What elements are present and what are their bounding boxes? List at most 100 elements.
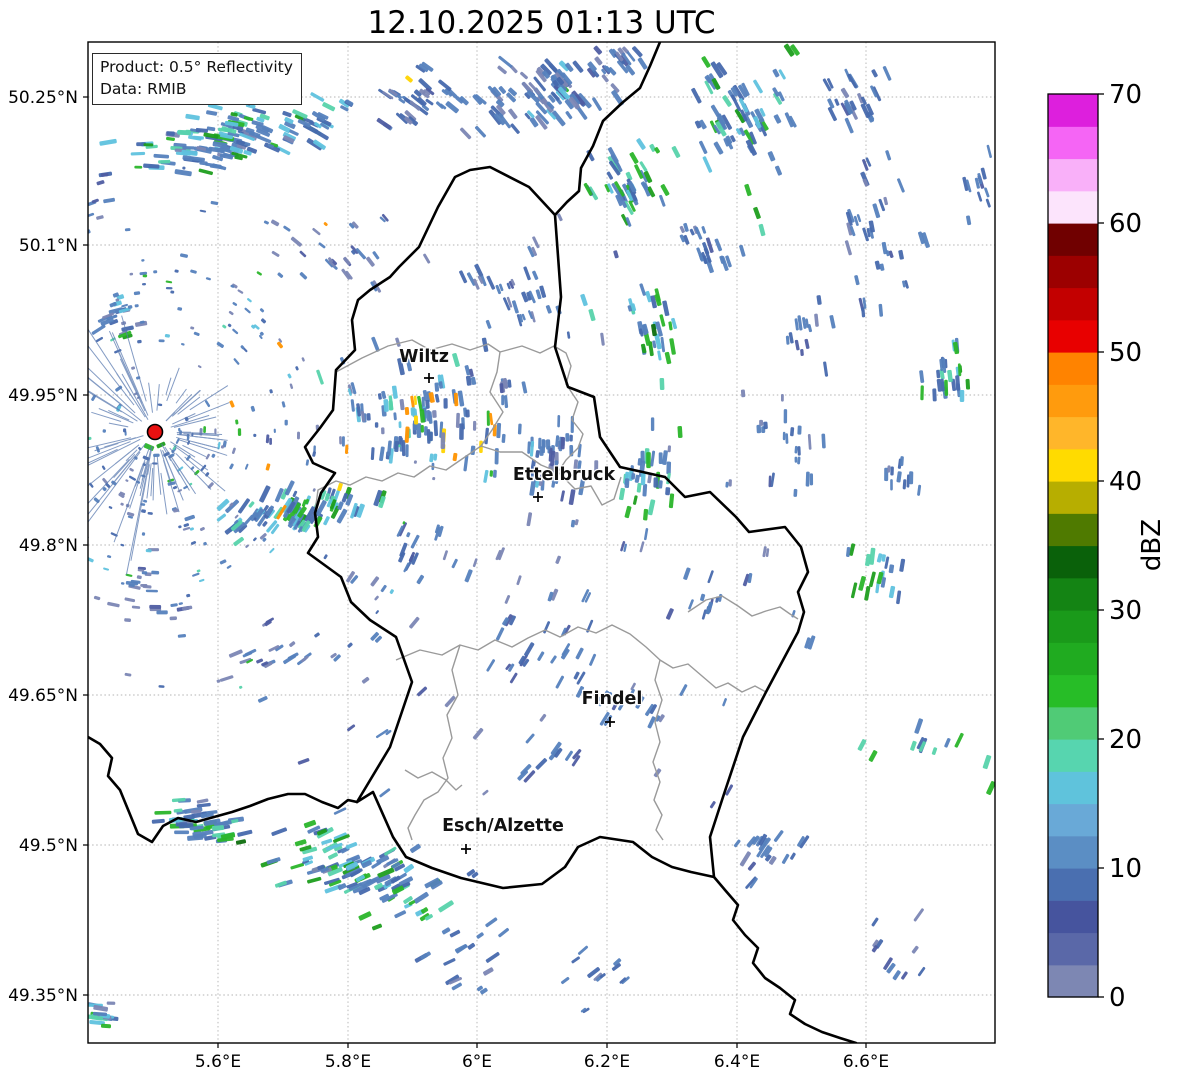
echo-cell: [100, 1023, 112, 1029]
echo-cell: [102, 429, 107, 433]
echo-cell: [413, 415, 419, 425]
colorbar-tick-label: 0: [1109, 983, 1126, 1013]
echo-cell: [667, 445, 672, 453]
echo-cell: [560, 436, 566, 450]
echo-cell: [659, 377, 665, 391]
colorbar-segment: [1048, 739, 1098, 772]
echo-cell: [425, 399, 430, 409]
echo-cell: [174, 830, 190, 835]
city-label: Ettelbruck: [513, 465, 616, 485]
colorbar-tick-label: 10: [1109, 854, 1142, 884]
echo-cell: [486, 410, 490, 426]
echo-cell: [740, 389, 746, 398]
echo-cell: [158, 339, 165, 343]
echo-cell: [426, 429, 431, 444]
colorbar-segment: [1048, 223, 1098, 256]
echo-cell: [388, 400, 394, 411]
echo-cell: [152, 462, 158, 465]
echo-cell: [797, 425, 802, 435]
echo-cell: [455, 412, 460, 428]
colorbar-tick-label: 70: [1109, 80, 1142, 110]
echo-cell: [145, 589, 158, 593]
echo-cell: [624, 478, 630, 488]
echo-cell: [130, 151, 146, 156]
echo-cell: [763, 421, 768, 430]
data-source-line: Data: RMIB: [100, 80, 187, 99]
echo-cell: [344, 444, 349, 455]
echo-cell: [665, 487, 671, 496]
colorbar-tick-label: 30: [1109, 596, 1142, 626]
echo-cell: [677, 425, 683, 439]
echo-cell: [725, 481, 729, 488]
echo-cell: [405, 444, 409, 458]
echo-cell: [269, 437, 272, 445]
colorbar-segment: [1048, 674, 1098, 708]
colorbar-segment: [1048, 900, 1098, 934]
echo-cell: [145, 549, 152, 553]
echo-cell: [899, 456, 904, 467]
colorbar-segment: [1048, 190, 1098, 224]
echo-cell: [658, 480, 663, 489]
echo-cell: [177, 129, 191, 136]
colorbar-segment: [1048, 706, 1098, 740]
colorbar-segment: [1048, 932, 1098, 966]
echo-cell: [284, 419, 288, 426]
echo-cell: [501, 433, 506, 443]
echo-cell: [565, 433, 570, 442]
echo-cell: [793, 488, 798, 497]
y-tick-label: 49.35°N: [8, 986, 78, 1006]
echo-cell: [140, 583, 148, 587]
echo-cell: [178, 427, 181, 432]
echo-cell: [273, 428, 276, 433]
echo-cell: [640, 472, 646, 486]
echo-cell: [124, 618, 131, 623]
colorbar-segment: [1048, 577, 1098, 611]
colorbar-segment: [1048, 287, 1098, 321]
echo-cell: [383, 399, 389, 412]
echo-cell: [759, 419, 764, 426]
y-tick-label: 50.25°N: [8, 88, 78, 108]
x-tick-label: 6.2°E: [584, 1052, 630, 1072]
colorbar-segment: [1048, 513, 1098, 547]
echo-cell: [366, 413, 371, 421]
colorbar-segment: [1048, 771, 1098, 805]
echo-cell: [123, 428, 127, 433]
colorbar-tick-label: 20: [1109, 725, 1142, 755]
echo-cell: [666, 461, 672, 475]
echo-cell: [296, 431, 301, 440]
echo-cell: [459, 423, 464, 440]
echo-cell: [420, 425, 424, 433]
echo-cell: [653, 477, 659, 488]
colorbar-segment: [1048, 868, 1098, 901]
y-tick-label: 49.8°N: [19, 536, 78, 556]
echo-cell: [143, 143, 154, 147]
echo-cell: [401, 440, 406, 457]
echo-cell: [398, 421, 402, 429]
echo-cell: [151, 570, 160, 575]
echo-cell: [156, 610, 168, 615]
echo-cell: [434, 382, 440, 392]
colorbar-tick-label: 40: [1109, 467, 1142, 497]
colorbar-segment: [1048, 803, 1098, 837]
echo-cell: [426, 410, 431, 422]
colorbar-tick-label: 50: [1109, 338, 1142, 368]
echo-cell: [499, 383, 504, 394]
x-tick-label: 6.4°E: [714, 1052, 760, 1072]
echo-cell: [404, 406, 410, 416]
echo-cell: [539, 446, 544, 456]
echo-cell: [805, 471, 810, 487]
echo-cell: [783, 409, 788, 424]
echo-cell: [631, 473, 636, 480]
colorbar-segment: [1048, 481, 1098, 514]
colorbar-segment: [1048, 158, 1098, 192]
echo-cell: [797, 446, 801, 456]
echo-cell: [472, 420, 477, 431]
echo-cell: [169, 616, 178, 621]
echo-cell: [768, 475, 772, 488]
echo-cell: [932, 388, 937, 402]
echo-cell: [569, 434, 573, 442]
echo-cell: [794, 456, 798, 463]
colorbar-segment: [1048, 964, 1098, 998]
colorbar-segment: [1048, 255, 1098, 289]
echo-cell: [147, 511, 153, 515]
